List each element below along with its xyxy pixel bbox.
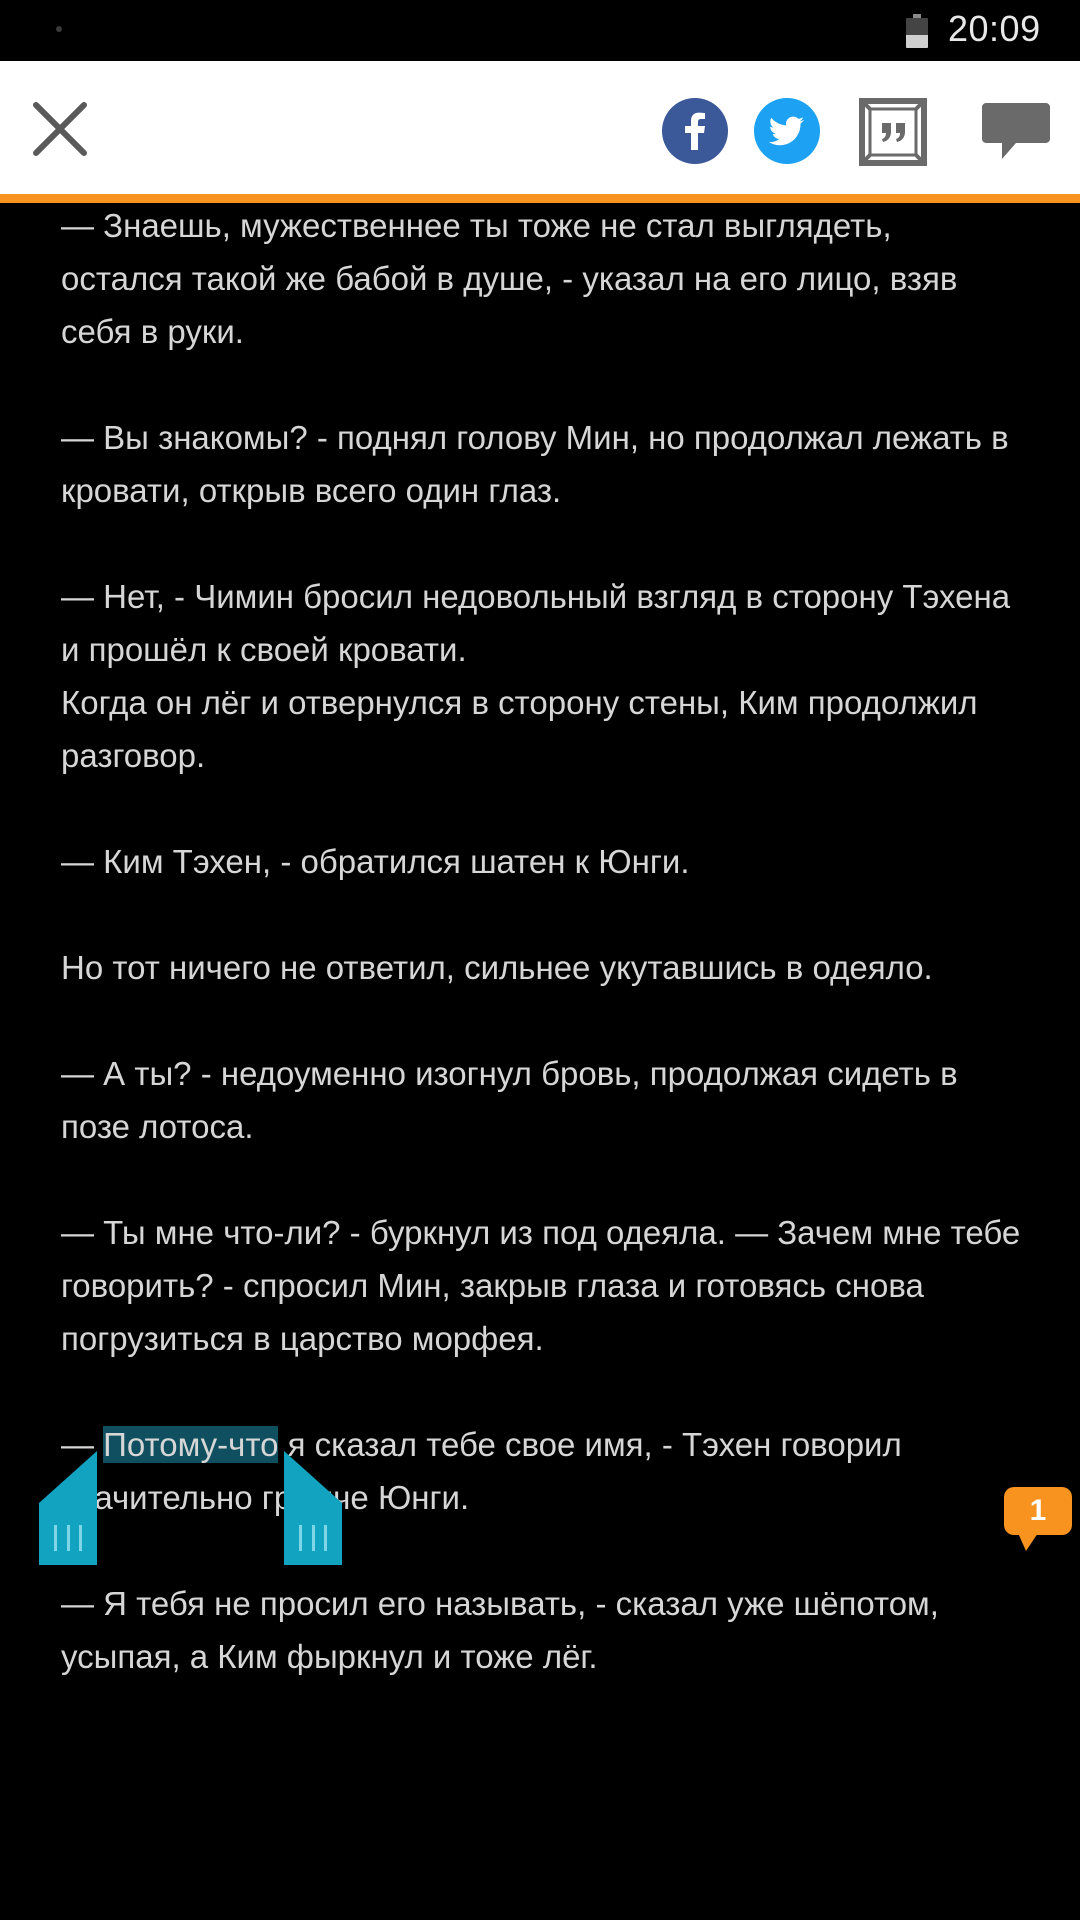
reader-toolbar xyxy=(0,61,1080,194)
paragraph: — Знаешь, мужественнее ты тоже не стал в… xyxy=(61,207,967,350)
quote-frame-icon xyxy=(859,98,927,166)
paragraph: — А ты? - недоуменно изогнул бровь, прод… xyxy=(61,1055,967,1145)
notification-dot-icon xyxy=(56,26,62,32)
twitter-icon xyxy=(768,116,804,146)
battery-icon xyxy=(906,14,928,48)
comments-button[interactable] xyxy=(980,99,1052,165)
status-bar: 20:09 xyxy=(0,0,1080,61)
facebook-share-button[interactable] xyxy=(662,98,728,164)
close-icon xyxy=(33,102,87,156)
close-button[interactable] xyxy=(30,99,90,159)
grip-icon xyxy=(299,1525,327,1551)
paragraph: — Ким Тэхен, - обратился шатен к Юнги. xyxy=(61,843,690,880)
selected-text[interactable]: Потому-что xyxy=(103,1426,279,1463)
selection-start-handle[interactable] xyxy=(39,1451,97,1565)
grip-icon xyxy=(54,1525,82,1551)
paragraph: — Вы знакомы? - поднял голову Мин, но пр… xyxy=(61,419,1018,509)
paragraph: — Нет, - Чимин бросил недовольный взгляд… xyxy=(61,578,1011,774)
selection-end-handle[interactable] xyxy=(284,1451,342,1565)
paragraph: — Ты мне что-ли? - буркнул из под одеяла… xyxy=(61,1214,1030,1357)
status-time: 20:09 xyxy=(948,8,1041,49)
paragraph: Но тот ничего не ответил, сильнее укутав… xyxy=(61,949,933,986)
quote-share-button[interactable] xyxy=(858,97,928,167)
paragraph-with-selection: — Потому-что я сказал тебе свое имя, - Т… xyxy=(61,1418,1021,1524)
facebook-icon xyxy=(685,112,705,150)
reader-text: — Знаешь, мужественнее ты тоже не стал в… xyxy=(61,203,1021,1736)
comment-icon xyxy=(982,103,1050,159)
paragraph: — Я тебя не просил его называть, - сказа… xyxy=(61,1585,949,1675)
paragraph-comment-badge[interactable]: 1 xyxy=(1004,1487,1072,1551)
twitter-share-button[interactable] xyxy=(754,98,820,164)
